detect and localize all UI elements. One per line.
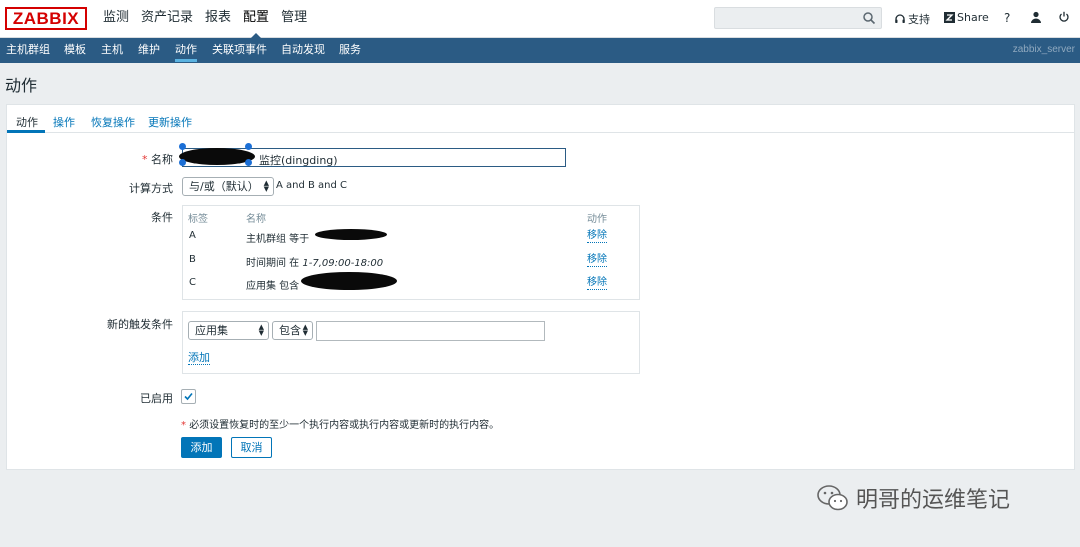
condition-name: 应用集 包含 <box>246 281 300 292</box>
conditions-header-label: 标签 <box>188 214 208 225</box>
top-menu-administration[interactable]: 管理 <box>281 0 307 38</box>
tab-action[interactable]: 动作 <box>16 114 38 130</box>
select-arrows-icon: ▲ ▼ <box>302 323 308 337</box>
cancel-button[interactable]: 取消 <box>231 437 272 458</box>
select-arrows-icon: ▲ ▼ <box>263 179 269 193</box>
select-arrows-icon: ▲ ▼ <box>258 323 264 337</box>
share-z-icon <box>944 12 955 23</box>
redaction-mark <box>179 148 255 165</box>
add-condition-link[interactable]: 添加 <box>188 352 210 365</box>
top-menu: 监测 资产记录 报表 配置 管理 <box>103 0 319 39</box>
selection-handle <box>179 143 186 150</box>
sign-out[interactable] <box>1058 11 1072 23</box>
tab-divider <box>7 132 1074 133</box>
sub-menu-templates[interactable]: 模板 <box>64 38 86 62</box>
conditions-header-action: 动作 <box>587 214 607 225</box>
enabled-checkbox[interactable] <box>181 389 196 404</box>
calc-expression: A and B and C <box>276 180 348 191</box>
action-form-panel: 动作 操作 恢复操作 更新操作 * 名称 监控(dingding) 计算方式 与… <box>6 104 1075 470</box>
selection-handle <box>179 159 186 166</box>
remove-condition-b[interactable]: 移除 <box>587 254 607 267</box>
tab-recovery-operations[interactable]: 恢复操作 <box>91 114 135 130</box>
add-button[interactable]: 添加 <box>181 437 222 458</box>
new-trigger-box: 应用集 ▲ ▼ 包含 ▲ ▼ 添加 <box>182 311 640 374</box>
redaction-mark <box>301 272 397 290</box>
watermark: 明哥的运维笔记 <box>816 482 1010 514</box>
condition-operator-value: 包含 <box>279 324 301 337</box>
user-icon <box>1031 11 1041 23</box>
remove-condition-a[interactable]: 移除 <box>587 230 607 243</box>
top-menu-monitoring[interactable]: 监测 <box>103 0 129 38</box>
check-icon <box>184 392 193 401</box>
calc-type-select[interactable]: 与/或（默认） ▲ ▼ <box>182 177 274 196</box>
conditions-header-name: 名称 <box>246 214 266 225</box>
share-label: Share <box>957 11 989 24</box>
calc-type-value: 与/或（默认） <box>189 180 259 193</box>
top-menu-reports[interactable]: 报表 <box>205 0 231 38</box>
required-note: * 必须设置恢复时的至少一个执行内容或执行内容或更新时的执行内容。 <box>181 420 500 431</box>
condition-label: B <box>189 254 196 265</box>
new-trigger-label: 新的触发条件 <box>107 318 173 331</box>
headset-icon <box>895 14 905 23</box>
redaction-mark <box>315 229 387 240</box>
sub-menu-hosts[interactable]: 主机 <box>101 38 123 62</box>
search-icon[interactable] <box>862 11 876 25</box>
condition-name: 主机群组 等于 <box>246 234 310 245</box>
support-label: 支持 <box>908 13 930 26</box>
condition-type-select[interactable]: 应用集 ▲ ▼ <box>188 321 269 340</box>
name-label: * 名称 <box>142 153 173 166</box>
sub-menu-event-correlation[interactable]: 关联项事件 <box>212 38 267 62</box>
sub-menu-services[interactable]: 服务 <box>339 38 361 62</box>
tab-operations[interactable]: 操作 <box>53 114 75 130</box>
remove-condition-c[interactable]: 移除 <box>587 277 607 290</box>
sub-menu-discovery[interactable]: 自动发现 <box>281 38 325 62</box>
watermark-text: 明哥的运维笔记 <box>856 488 1011 513</box>
enabled-label: 已启用 <box>140 392 173 405</box>
tab-update-operations[interactable]: 更新操作 <box>148 114 192 130</box>
condition-value-input[interactable] <box>316 321 545 341</box>
server-name: zabbix_server <box>1012 44 1075 55</box>
help-link[interactable]: ? <box>1004 11 1010 25</box>
share-link[interactable]: Share <box>944 11 989 24</box>
page-title: 动作 <box>5 76 38 95</box>
selection-handle <box>245 159 252 166</box>
top-menu-configuration[interactable]: 配置 <box>243 0 269 39</box>
tab-selected-indicator <box>7 130 45 133</box>
condition-name: 时间期间 在 1-7,09:00-18:00 <box>246 258 384 269</box>
condition-label: A <box>189 230 196 241</box>
sub-menu-maintenance[interactable]: 维护 <box>138 38 160 62</box>
sub-menu-bar: 主机群组 模板 主机 维护 动作 关联项事件 自动发现 服务 zabbix_se… <box>0 38 1080 63</box>
top-menu-inventory[interactable]: 资产记录 <box>141 0 193 38</box>
conditions-table: 标签 名称 动作 A 主机群组 等于 移除 B 时间期间 在 1-7,09:00… <box>182 205 640 300</box>
condition-type-value: 应用集 <box>195 324 228 337</box>
name-input-value: 监控(dingding) <box>259 154 338 167</box>
user-profile[interactable] <box>1030 11 1044 23</box>
selection-handle <box>245 143 252 150</box>
power-icon <box>1059 11 1069 22</box>
search-input[interactable] <box>714 7 882 29</box>
condition-operator-select[interactable]: 包含 ▲ ▼ <box>272 321 313 340</box>
sub-menu-host-groups[interactable]: 主机群组 <box>6 38 50 62</box>
sub-menu-actions[interactable]: 动作 <box>175 38 197 62</box>
condition-label: C <box>189 277 196 288</box>
support-link[interactable]: 支持 <box>894 11 930 27</box>
wechat-icon <box>817 485 848 511</box>
top-bar: ZABBIX 监测 资产记录 报表 配置 管理 支持 Share ? <box>0 0 1080 39</box>
conditions-label: 条件 <box>151 211 173 224</box>
calc-label: 计算方式 <box>129 182 173 195</box>
zabbix-logo[interactable]: ZABBIX <box>5 7 87 30</box>
